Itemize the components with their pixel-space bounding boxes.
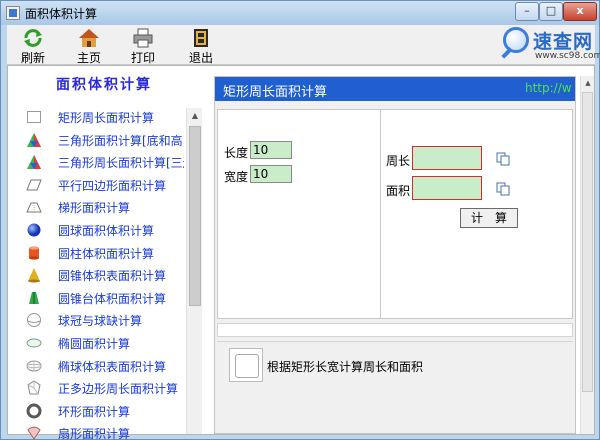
sidebar-item-label: 正多边形周长面积计算 xyxy=(58,382,179,397)
sidebar-item-rectangle[interactable]: 矩形周长面积计算 xyxy=(24,106,184,129)
app-icon xyxy=(6,6,20,20)
copy-area-icon[interactable] xyxy=(496,182,510,196)
window-title: 面积体积计算 xyxy=(25,7,98,21)
area-label: 面积 xyxy=(386,184,411,198)
refresh-button[interactable]: 刷新 xyxy=(9,25,57,65)
trapezoid-icon xyxy=(26,202,42,213)
sidebar-scrollbar[interactable]: ▲ xyxy=(186,108,202,434)
sidebar-item-label: 椭圆面积计算 xyxy=(58,336,131,351)
home-button[interactable]: 主页 xyxy=(65,25,113,65)
sidebar-item-label: 圆锥体积表面积计算 xyxy=(58,269,167,284)
calculator-panel: 矩形周长面积计算 http://w 长度 宽度 周长 面积 计 算 xyxy=(214,76,576,434)
shape-preview-icon xyxy=(229,348,263,382)
scroll-up-arrow-icon[interactable]: ▲ xyxy=(187,108,203,124)
ring-icon xyxy=(26,403,42,419)
ellipsoid-icon xyxy=(26,360,42,372)
magnifier-handle xyxy=(501,47,513,59)
sidebar-item-cone[interactable]: 圆锥体积表面积计算 xyxy=(24,264,184,287)
sidebar-item-spherical-cap[interactable]: 球冠与球缺计算 xyxy=(24,309,184,332)
perimeter-label: 周长 xyxy=(386,154,411,168)
print-label: 打印 xyxy=(130,51,155,65)
sidebar-item-ellipsoid[interactable]: 椭球体积表面积计算 xyxy=(24,355,184,378)
sidebar-item-label: 圆球面积体积计算 xyxy=(58,223,155,238)
calculate-button[interactable]: 计 算 xyxy=(460,208,518,228)
sidebar-item-label: 球冠与球缺计算 xyxy=(58,314,143,329)
sidebar-item-trapezoid[interactable]: 梯形面积计算 xyxy=(24,196,184,219)
sidebar: 面积体积计算 矩形周长面积计算 三角形面积计算[底和高] 三角形周长面积计算[三… xyxy=(8,66,204,440)
description-text: 根据矩形长宽计算周长和面积 xyxy=(267,360,424,374)
sidebar-item-cylinder[interactable]: 圆柱体积面积计算 xyxy=(24,242,184,265)
sidebar-item-label: 矩形周长面积计算 xyxy=(58,111,155,125)
exit-label: 退出 xyxy=(188,51,213,65)
scroll-up-arrow-icon[interactable]: ▲ xyxy=(581,76,595,90)
sidebar-item-parallelogram[interactable]: 平行四边形面积计算 xyxy=(24,174,184,197)
spherical-cap-icon xyxy=(27,313,41,328)
frustum-icon xyxy=(29,291,39,304)
sidebar-list: 矩形周长面积计算 三角形面积计算[底和高] 三角形周长面积计算[三边] 平行四边… xyxy=(24,106,184,440)
sidebar-item-triangle-three-sides[interactable]: 三角形周长面积计算[三边] xyxy=(24,151,184,174)
sidebar-item-label: 圆柱体积面积计算 xyxy=(58,246,155,261)
result-strip xyxy=(217,323,573,337)
length-input[interactable] xyxy=(250,141,292,159)
refresh-label: 刷新 xyxy=(20,51,45,65)
length-label: 长度 xyxy=(224,146,249,160)
sidebar-item-triangle-base-height[interactable]: 三角形面积计算[底和高] xyxy=(24,129,184,152)
minimize-button[interactable]: – xyxy=(515,2,539,21)
sidebar-item-sector[interactable]: 扇形面积计算 xyxy=(24,422,184,440)
calc-divider xyxy=(380,110,381,318)
client-area: 面积体积计算 矩形周长面积计算 三角形面积计算[底和高] 三角形周长面积计算[三… xyxy=(7,65,595,440)
cone-icon xyxy=(28,268,40,283)
triangle-icon xyxy=(27,155,41,170)
triangle-icon xyxy=(27,132,41,147)
exit-door-icon xyxy=(194,29,208,47)
sidebar-item-label: 梯形面积计算 xyxy=(58,201,131,216)
sidebar-item-label: 平行四边形面积计算 xyxy=(58,178,167,193)
description-box: 根据矩形长宽计算周长和面积 xyxy=(217,341,573,433)
print-button[interactable]: 打印 xyxy=(119,25,167,65)
panel-title: 矩形周长面积计算 xyxy=(223,85,328,100)
sector-icon xyxy=(27,427,41,440)
sidebar-item-label: 三角形面积计算[底和高] xyxy=(58,133,184,148)
close-button[interactable]: x xyxy=(563,2,597,21)
sidebar-item-label: 椭球体积表面积计算 xyxy=(58,359,167,374)
sidebar-item-ellipse[interactable]: 椭圆面积计算 xyxy=(24,332,184,355)
calculation-box: 长度 宽度 周长 面积 计 算 xyxy=(217,109,573,319)
sidebar-item-sphere[interactable]: 圆球面积体积计算 xyxy=(24,219,184,242)
width-input[interactable] xyxy=(250,165,292,183)
home-label: 主页 xyxy=(76,51,101,65)
exit-button[interactable]: 退出 xyxy=(177,25,225,65)
panel-scroll-thumb[interactable] xyxy=(582,92,593,392)
perimeter-output[interactable] xyxy=(412,146,482,170)
width-label: 宽度 xyxy=(224,170,249,184)
maximize-button[interactable]: □ xyxy=(539,2,563,21)
sidebar-item-frustum[interactable]: 圆锥台体积面积计算 xyxy=(24,287,184,310)
panel-header: 矩形周长面积计算 http://w xyxy=(215,77,575,101)
logo-name: 速查网 xyxy=(533,31,594,53)
parallelogram-icon xyxy=(26,179,42,191)
sidebar-item-label: 环形面积计算 xyxy=(58,404,131,419)
home-icon xyxy=(79,29,99,47)
copy-perimeter-icon[interactable] xyxy=(496,152,510,166)
sidebar-item-label: 三角形周长面积计算[三边] xyxy=(58,156,184,171)
logo-url: www.sc98.com xyxy=(535,51,600,61)
app-window: 面积体积计算 – □ x 刷新 主页 打印 退出 速查网 www.sc98.co… xyxy=(0,0,600,440)
rectangle-icon xyxy=(27,111,41,123)
area-output[interactable] xyxy=(412,176,482,200)
refresh-icon xyxy=(24,29,42,47)
sidebar-item-label: 圆锥台体积面积计算 xyxy=(58,291,167,306)
sidebar-scroll-thumb[interactable] xyxy=(189,126,201,306)
polygon-icon xyxy=(27,380,41,395)
printer-icon xyxy=(133,28,153,48)
sidebar-item-label: 扇形面积计算 xyxy=(58,427,131,440)
site-logo: 速查网 www.sc98.com xyxy=(501,23,600,65)
sidebar-item-ring[interactable]: 环形面积计算 xyxy=(24,400,184,423)
sidebar-title: 面积体积计算 xyxy=(56,77,152,93)
ellipse-icon xyxy=(26,338,42,348)
cylinder-icon xyxy=(29,245,39,260)
sidebar-item-regular-polygon[interactable]: 正多边形周长面积计算 xyxy=(24,377,184,400)
title-bar[interactable]: 面积体积计算 – □ x xyxy=(1,1,599,25)
sphere-icon xyxy=(27,223,41,237)
panel-url[interactable]: http://w xyxy=(525,81,572,95)
panel-scrollbar[interactable]: ▲ xyxy=(580,76,594,434)
